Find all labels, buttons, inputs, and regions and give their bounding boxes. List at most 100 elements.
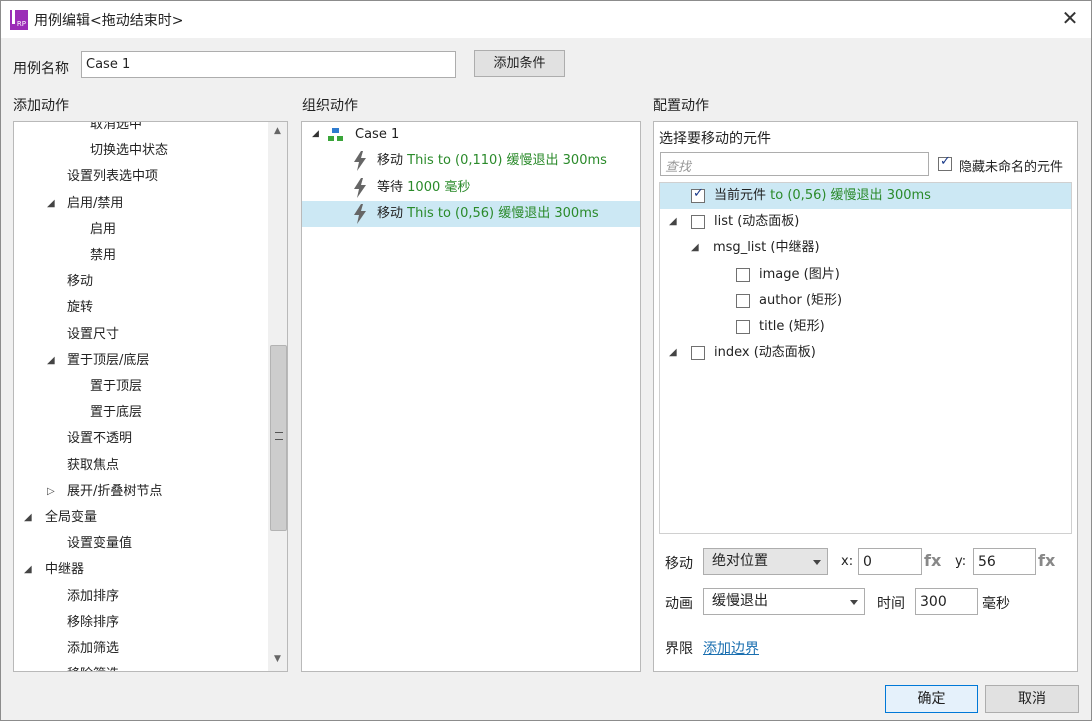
scroll-down-icon[interactable]: ▼ xyxy=(274,654,281,664)
organize-actions-panel: ◢ Case 1 移动 This to (0,110) 缓慢退出 300ms 等待… xyxy=(301,121,641,672)
action-verb: 移动 xyxy=(377,206,404,221)
x-label: x: xyxy=(841,554,854,569)
time-input[interactable]: 300 xyxy=(915,588,978,615)
y-input[interactable]: 56 xyxy=(973,548,1036,575)
widget-tree: 当前元件 to (0,56) 缓慢退出 300ms ◢ list (动态面板) ◢ ms… xyxy=(659,182,1072,534)
add-actions-panel: 取消选中 切换选中状态 设置列表选中项 启用/禁用 ◢ 启用 禁用 移动 旋转 设置尺寸 置于顶层/… xyxy=(13,121,288,672)
tree-node-checkbox[interactable] xyxy=(736,320,750,334)
tree-node-label: author (矩形) xyxy=(759,292,843,308)
tree-node-label: image (图片) xyxy=(759,266,840,282)
add-bounds-link[interactable]: 添加边界 xyxy=(703,638,759,658)
scrollbar-thumb[interactable] xyxy=(270,345,287,531)
case-name-input[interactable]: Case 1 xyxy=(81,51,456,78)
window-title: 用例编辑<拖动结束时> xyxy=(34,13,184,29)
action-item[interactable]: 全局变量 xyxy=(45,505,97,531)
action-item[interactable]: 切换选中状态 xyxy=(90,138,168,164)
action-item[interactable]: 移除筛选 xyxy=(67,662,119,671)
action-item[interactable]: 添加排序 xyxy=(67,584,119,610)
expand-open-icon[interactable]: ◢ xyxy=(691,242,699,253)
action-detail: This to (0,56) 缓慢退出 300ms xyxy=(407,206,599,221)
expand-open-icon[interactable]: ◢ xyxy=(669,216,677,227)
expand-closed-icon[interactable]: ▷ xyxy=(47,486,55,497)
action-item[interactable]: 旋转 xyxy=(67,295,93,321)
tree-node-label: 当前元件 xyxy=(714,188,767,203)
expand-open-icon[interactable]: ◢ xyxy=(47,355,55,366)
action-item[interactable]: 设置尺寸 xyxy=(67,322,119,348)
x-fx-icon[interactable]: fx xyxy=(924,551,941,570)
tree-node[interactable]: ◢ index (动态面板) xyxy=(660,340,1071,366)
action-item[interactable]: 置于顶层 xyxy=(90,374,142,400)
move-mode-select[interactable]: 绝对位置 xyxy=(703,548,828,575)
action-row[interactable]: 移动 This to (0,56) 缓慢退出 300ms xyxy=(302,201,640,227)
cancel-button[interactable]: 取消 xyxy=(985,685,1079,713)
organize-actions-heading: 组织动作 xyxy=(302,98,358,114)
close-icon[interactable]: ✕ xyxy=(1058,6,1082,30)
configure-actions-heading: 配置动作 xyxy=(653,98,709,114)
expand-open-icon[interactable]: ◢ xyxy=(24,512,32,523)
hide-unnamed-label: 隐藏未命名的元件 xyxy=(959,160,1064,175)
action-item[interactable]: 取消选中 xyxy=(90,122,142,138)
scroll-up-icon[interactable]: ▲ xyxy=(274,126,281,136)
expand-open-icon[interactable]: ◢ xyxy=(312,129,319,139)
action-detail: This to (0,110) 缓慢退出 300ms xyxy=(407,153,607,168)
tree-node[interactable]: ◢ list (动态面板) xyxy=(660,209,1071,235)
action-item[interactable]: 设置变量值 xyxy=(67,531,132,557)
animate-select[interactable]: 缓慢退出 xyxy=(703,588,865,615)
action-item[interactable]: 移除排序 xyxy=(67,610,119,636)
expand-open-icon[interactable]: ◢ xyxy=(24,564,32,575)
y-label: y: xyxy=(955,554,967,569)
action-item[interactable]: 设置不透明 xyxy=(67,426,132,452)
grip-icon xyxy=(275,432,283,440)
add-actions-heading: 添加动作 xyxy=(13,98,69,114)
expand-open-icon[interactable]: ◢ xyxy=(47,198,55,209)
action-bolt-icon xyxy=(353,204,367,224)
case-name-label: 用例名称 xyxy=(13,61,69,77)
add-condition-button[interactable]: 添加条件 xyxy=(474,50,565,77)
case-icon xyxy=(328,128,343,142)
x-input[interactable]: 0 xyxy=(858,548,922,575)
action-item[interactable]: 置于顶层/底层 xyxy=(67,348,149,374)
tree-node[interactable]: author (矩形) xyxy=(660,288,1071,314)
tree-node-label: msg_list (中继器) xyxy=(713,240,820,256)
action-item[interactable]: 获取焦点 xyxy=(67,453,119,479)
action-item[interactable]: 启用/禁用 xyxy=(67,191,123,217)
search-input[interactable]: 查找 xyxy=(660,152,929,176)
tree-node-checkbox[interactable] xyxy=(736,293,750,308)
time-unit-label: 毫秒 xyxy=(982,596,1010,612)
tree-node-checkbox[interactable] xyxy=(691,215,705,230)
action-item[interactable]: 移动 xyxy=(67,269,93,295)
animate-label: 动画 xyxy=(665,596,693,612)
add-actions-list: 取消选中 切换选中状态 设置列表选中项 启用/禁用 ◢ 启用 禁用 移动 旋转 设置尺寸 置于顶层/… xyxy=(14,122,268,671)
action-bolt-icon xyxy=(353,177,367,198)
ok-button[interactable]: 确定 xyxy=(885,685,978,713)
expand-open-icon[interactable]: ◢ xyxy=(669,347,677,358)
action-item[interactable]: 展开/折叠树节点 xyxy=(67,479,162,505)
action-item[interactable]: 禁用 xyxy=(90,243,116,269)
tree-node-label: list (动态面板) xyxy=(714,214,800,230)
action-detail: 1000 毫秒 xyxy=(407,179,471,195)
tree-node-checkbox[interactable] xyxy=(691,186,705,203)
action-item[interactable]: 设置列表选中项 xyxy=(67,164,158,190)
tree-node[interactable]: ◢ msg_list (中继器) xyxy=(660,235,1071,261)
tree-node-label: title (矩形) xyxy=(759,319,825,334)
action-item[interactable]: 启用 xyxy=(90,217,116,243)
action-row[interactable]: 移动 This to (0,110) 缓慢退出 300ms xyxy=(302,148,640,174)
tree-node[interactable]: 当前元件 to (0,56) 缓慢退出 300ms xyxy=(660,183,1071,209)
y-fx-icon[interactable]: fx xyxy=(1038,551,1055,570)
action-row[interactable]: 等待 1000 毫秒 xyxy=(302,175,640,201)
tree-node[interactable]: title (矩形) xyxy=(660,314,1071,340)
action-item[interactable]: 添加筛选 xyxy=(67,636,119,662)
scrollbar[interactable]: ▲ ▼ xyxy=(268,122,287,671)
tree-node[interactable]: image (图片) xyxy=(660,262,1071,288)
hide-unnamed-checkbox[interactable] xyxy=(938,154,952,171)
select-widget-heading: 选择要移动的元件 xyxy=(659,131,771,147)
action-verb: 移动 xyxy=(377,153,404,168)
case-label[interactable]: Case 1 xyxy=(355,122,399,148)
action-item[interactable]: 置于底层 xyxy=(90,400,142,426)
move-label: 移动 xyxy=(665,556,693,572)
tree-node-checkbox[interactable] xyxy=(691,346,705,361)
tree-node-label: index (动态面板) xyxy=(714,345,816,361)
action-item[interactable]: 中继器 xyxy=(45,557,84,583)
configure-actions-panel: 选择要移动的元件 查找 隐藏未命名的元件 当前元件 to (0,56) 缓慢退出… xyxy=(653,121,1078,672)
tree-node-checkbox[interactable] xyxy=(736,267,750,282)
